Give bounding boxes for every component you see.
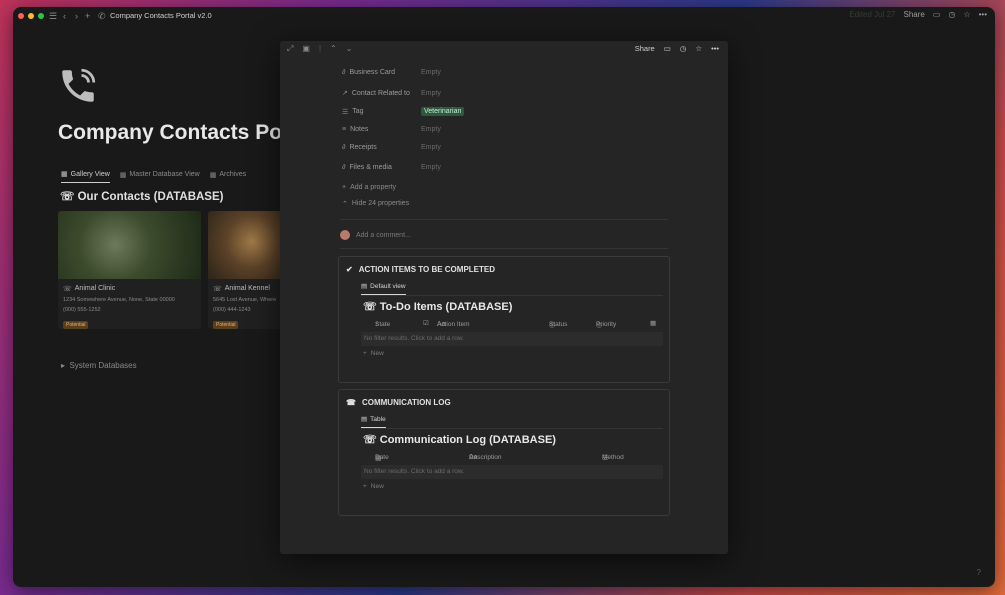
divider xyxy=(340,219,668,220)
plus-icon: + xyxy=(363,350,367,357)
plus-icon: + xyxy=(363,483,367,490)
property-contact-related-to[interactable]: ↗ Contact Related to Empty xyxy=(342,89,662,98)
system-databases-toggle[interactable]: ▸ System Databases xyxy=(61,361,137,370)
minimize-window-button[interactable] xyxy=(28,13,34,19)
paperclip-icon: ∂ xyxy=(342,164,346,171)
expand-icon[interactable]: ⤢ xyxy=(287,44,293,54)
divider xyxy=(361,295,663,296)
avatar xyxy=(340,230,350,240)
action-items-block: ✔ ACTION ITEMS TO BE COMPLETED ▤ Default v… xyxy=(338,256,670,383)
add-property-button[interactable]: + Add a property xyxy=(342,184,396,191)
modal-toolbar: ⤢ ▣ | ⌃ ⌄ Share ▭ ◷ ☆ ••• xyxy=(280,41,728,57)
triangle-right-icon: ▸ xyxy=(61,361,66,370)
text-lines-icon: ≡ xyxy=(342,126,347,133)
help-button[interactable]: ? xyxy=(977,568,981,577)
gallery-icon: ▦ xyxy=(61,171,68,178)
favorite-icon[interactable]: ☆ xyxy=(963,10,970,19)
property-tag[interactable]: ☰ Tag Veterinarian xyxy=(342,107,662,116)
paperclip-icon: ∂ xyxy=(342,69,346,76)
empty-results-row[interactable]: No filter results. Click to add a row. xyxy=(361,465,663,479)
favorite-icon[interactable]: ☆ xyxy=(695,44,702,53)
new-row-button[interactable]: + New xyxy=(363,350,384,357)
table-icon: ▤ xyxy=(361,416,368,423)
more-icon[interactable]: ••• xyxy=(979,10,987,19)
share-button[interactable]: Share xyxy=(904,10,925,19)
edited-timestamp: Edited Jul 27 xyxy=(849,10,896,19)
modal-share-button[interactable]: Share xyxy=(635,44,655,53)
peek-mode-icon[interactable]: ▣ xyxy=(302,44,310,54)
phone-icon: ✆ xyxy=(98,11,106,21)
more-icon[interactable]: ••• xyxy=(711,44,719,53)
tab-table-view[interactable]: ▤ Table xyxy=(361,415,386,428)
tab-archives[interactable]: ▦ Archives xyxy=(210,170,246,183)
property-receipts[interactable]: ∂ Receipts Empty xyxy=(342,144,662,151)
status-badge: Potential xyxy=(63,321,89,329)
calendar-icon[interactable]: ▦ xyxy=(650,319,656,327)
phone-icon: ☏ xyxy=(363,301,377,313)
status-badge: Potential xyxy=(213,321,239,329)
chevron-down-icon[interactable]: ⌄ xyxy=(346,44,353,54)
comments-icon[interactable]: ▭ xyxy=(664,44,671,53)
add-comment[interactable]: Add a comment... xyxy=(340,230,411,240)
tab-gallery-view[interactable]: ▦ Gallery View xyxy=(61,170,110,183)
sidebar-toggle-icon[interactable]: ☰ xyxy=(49,10,57,22)
gallery-card[interactable]: ☏ Animal Kennel 5645 Lost Avenue, Where (… xyxy=(208,211,288,329)
phone-icon: ☏ xyxy=(363,434,377,446)
comment-input[interactable]: Add a comment... xyxy=(356,232,411,239)
property-business-card[interactable]: ∂ Business Card Empty xyxy=(342,69,662,76)
page-peek-modal: ⤢ ▣ | ⌃ ⌄ Share ▭ ◷ ☆ ••• ∂ Business Card… xyxy=(280,41,728,554)
comm-log-column-headers: ▦ Date Aa Description ☰ Method xyxy=(375,454,624,462)
list-icon: ☰ xyxy=(342,108,349,116)
phone-icon: ☏ xyxy=(60,191,75,203)
tab-master-database-view[interactable]: ▦ Master Database View xyxy=(120,170,200,183)
plus-icon: + xyxy=(342,184,347,191)
updates-icon[interactable]: ◷ xyxy=(948,10,955,19)
updates-icon[interactable]: ◷ xyxy=(680,44,687,53)
todo-column-headers: ↕ State ☑ Aa Action Item ◎ Status ◎ Priority… xyxy=(375,319,657,329)
phone-icon: ☎ xyxy=(346,398,356,407)
hide-properties-button[interactable]: ⌃ Hide 24 properties xyxy=(342,200,409,208)
view-tabs: ▦ Gallery View ▦ Master Database View ▦ Arc… xyxy=(61,170,246,183)
gallery-card[interactable]: ☏ Animal Clinic 1234 Somewhere Avenue, No… xyxy=(58,211,201,329)
communication-log-block: ☎ COMMUNICATION LOG ▤ Table ☏ Communication… xyxy=(338,389,670,516)
tab-default-view[interactable]: ▤ Default view xyxy=(361,282,406,295)
divider: | xyxy=(318,44,322,53)
comm-log-db-title[interactable]: ☏ Communication Log (DATABASE) xyxy=(363,433,556,447)
title-bar: ☰ ‹ › + ✆ Company Contacts Portal v2.0 E… xyxy=(13,7,995,25)
property-files-media[interactable]: ∂ Files & media Empty xyxy=(342,164,662,171)
phone-page-icon xyxy=(62,68,96,102)
close-window-button[interactable] xyxy=(18,13,24,19)
forward-icon[interactable]: › xyxy=(75,10,78,22)
table-icon: ▦ xyxy=(119,171,127,179)
column-checkbox-icon[interactable]: ☑ xyxy=(423,319,429,327)
table-icon: ▤ xyxy=(361,283,368,290)
phone-icon: ☏ xyxy=(63,286,72,293)
page-title: Company Contacts Portal xyxy=(58,121,315,144)
phone-icon: ☏ xyxy=(213,286,222,293)
table-icon: ▦ xyxy=(209,171,217,179)
paperclip-icon: ∂ xyxy=(342,144,346,151)
check-circle-icon: ✔ xyxy=(346,265,353,274)
new-row-button[interactable]: + New xyxy=(363,483,384,490)
zoom-window-button[interactable] xyxy=(38,13,44,19)
arrow-northeast-icon: ↗ xyxy=(342,90,348,97)
chevron-up-icon[interactable]: ⌃ xyxy=(330,44,337,54)
property-notes[interactable]: ≡ Notes Empty xyxy=(342,126,662,133)
back-icon[interactable]: ‹ xyxy=(63,10,66,22)
page-breadcrumb[interactable]: Company Contacts Portal v2.0 xyxy=(110,11,212,20)
chevron-up-icon: ⌃ xyxy=(342,201,348,208)
card-cover-image xyxy=(208,211,288,279)
card-cover-image xyxy=(58,211,201,279)
contacts-db-heading[interactable]: ☏ Our Contacts (DATABASE) xyxy=(60,189,223,203)
new-page-icon[interactable]: + xyxy=(85,10,90,22)
comments-icon[interactable]: ▭ xyxy=(933,10,941,19)
divider xyxy=(340,248,668,249)
tag-badge[interactable]: Veterinarian xyxy=(421,107,465,116)
todo-db-title[interactable]: ☏ To-Do Items (DATABASE) xyxy=(363,300,512,314)
empty-results-row[interactable]: No filter results. Click to add a row. xyxy=(361,332,663,346)
divider xyxy=(361,428,663,429)
